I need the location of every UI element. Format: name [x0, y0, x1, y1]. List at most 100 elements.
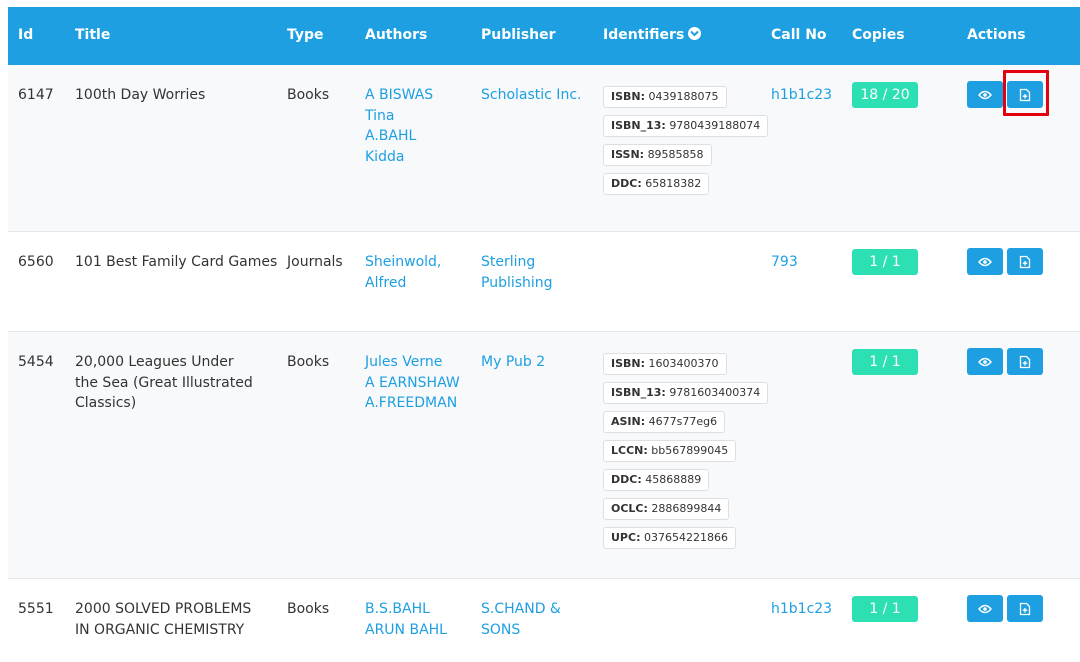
file-plus-icon [1019, 355, 1031, 368]
author-link[interactable]: Sheinwold, [365, 252, 441, 273]
publisher-link[interactable]: My Pub 2 [481, 352, 545, 373]
identifier-tag: ISBN: 1603400370 [603, 353, 727, 375]
author-link[interactable]: A BISWAS [365, 85, 433, 106]
identifier-value: 9781603400374 [669, 386, 761, 399]
identifier-value: 2886899844 [651, 502, 722, 515]
identifier-tag: OCLC: 2886899844 [603, 498, 730, 520]
author-link[interactable]: A.FREEDMAN [365, 393, 460, 414]
call-no-link[interactable]: 793 [771, 252, 798, 273]
col-identifiers-label: Identifiers [603, 27, 685, 43]
row-id: 6147 [18, 87, 54, 103]
publisher-link[interactable]: Scholastic Inc. [481, 85, 581, 106]
identifier-key: ISBN_13: [611, 119, 666, 132]
eye-icon [978, 90, 992, 99]
table-row: 6560 101 Best Family Card Games Journals… [8, 232, 1080, 332]
highlight-box [1003, 70, 1049, 116]
col-title[interactable]: Title [75, 27, 110, 43]
identifier-tag: ISBN_13: 9780439188074 [603, 115, 769, 137]
identifier-tag: DDC: 65818382 [603, 173, 710, 195]
col-identifiers[interactable]: Identifiers [603, 27, 702, 43]
identifier-value: bb567899045 [651, 444, 729, 457]
row-title: 101 Best Family Card Games [75, 254, 278, 270]
identifier-value: 65818382 [645, 177, 702, 190]
row-authors: A BISWAS Tina A.BAHL Kidda [365, 85, 433, 167]
identifier-tag: UPC: 037654221866 [603, 527, 736, 549]
identifier-tag: ISBN: 0439188075 [603, 86, 727, 108]
row-title: 20,000 Leagues Under the Sea (Great Illu… [75, 354, 253, 411]
view-button[interactable] [967, 595, 1003, 622]
row-authors: B.S.BAHL ARUN BAHL [365, 599, 447, 640]
row-id: 6560 [18, 254, 54, 270]
file-plus-icon [1019, 255, 1031, 268]
identifier-tag: ISSN: 89585858 [603, 144, 712, 166]
books-table: Id Title Type Authors Publisher Identifi… [8, 7, 1080, 658]
col-id[interactable]: Id [18, 27, 33, 43]
copies-badge: 18 / 20 [852, 82, 918, 108]
identifier-key: OCLC: [611, 502, 648, 515]
identifier-value: 45868889 [645, 473, 702, 486]
identifier-value: 1603400370 [648, 357, 719, 370]
call-no-link[interactable]: h1b1c23 [771, 85, 832, 106]
identifier-tag: DDC: 45868889 [603, 469, 710, 491]
eye-icon [978, 357, 992, 366]
identifier-tag: ASIN: 4677s77eg6 [603, 411, 726, 433]
col-call-no[interactable]: Call No [771, 27, 827, 43]
identifier-value: 89585858 [647, 148, 704, 161]
file-plus-icon [1019, 602, 1031, 615]
export-button[interactable] [1007, 248, 1043, 275]
row-id: 5454 [18, 354, 54, 370]
identifier-key: DDC: [611, 177, 642, 190]
copies-badge: 1 / 1 [852, 249, 918, 275]
author-link[interactable]: B.S.BAHL [365, 599, 447, 620]
author-link[interactable]: Alfred [365, 273, 441, 294]
row-title: 2000 SOLVED PROBLEMS IN ORGANIC CHEMISTR… [75, 601, 252, 638]
col-actions: Actions [967, 27, 1026, 43]
identifier-key: DDC: [611, 473, 642, 486]
identifier-key: UPC: [611, 531, 641, 544]
export-button[interactable] [1007, 595, 1043, 622]
identifier-value: 037654221866 [643, 531, 728, 544]
identifier-key: ISBN: [611, 90, 646, 103]
author-link[interactable]: A.BAHL [365, 126, 433, 147]
eye-icon [978, 604, 992, 613]
col-publisher[interactable]: Publisher [481, 27, 556, 43]
view-button[interactable] [967, 348, 1003, 375]
row-type: Books [287, 601, 330, 617]
table-row: 5551 2000 SOLVED PROBLEMS IN ORGANIC CHE… [8, 579, 1080, 658]
identifier-tag: ISBN_13: 9781603400374 [603, 382, 769, 404]
publisher-link[interactable]: Sterling Publishing [481, 252, 571, 293]
copies-badge: 1 / 1 [852, 596, 918, 622]
identifier-key: LCCN: [611, 444, 648, 457]
table-row: 5454 20,000 Leagues Under the Sea (Great… [8, 332, 1080, 579]
chevron-down-circle-icon[interactable] [688, 27, 702, 40]
view-button[interactable] [967, 248, 1003, 275]
identifier-tag: LCCN: bb567899045 [603, 440, 737, 462]
call-no-link[interactable]: h1b1c23 [771, 599, 832, 620]
author-link[interactable]: Jules Verne [365, 352, 460, 373]
row-authors: Sheinwold, Alfred [365, 252, 441, 293]
eye-icon [978, 257, 992, 266]
row-title: 100th Day Worries [75, 87, 206, 103]
author-link[interactable]: A EARNSHAW [365, 373, 460, 394]
copies-badge: 1 / 1 [852, 349, 918, 375]
row-type: Books [287, 87, 330, 103]
author-link[interactable]: Tina [365, 106, 433, 127]
identifier-value: 0439188075 [648, 90, 719, 103]
view-button[interactable] [967, 81, 1003, 108]
identifier-key: ISBN_13: [611, 386, 666, 399]
identifier-key: ISSN: [611, 148, 645, 161]
table-header: Id Title Type Authors Publisher Identifi… [8, 7, 1080, 65]
identifier-list: ISBN: 0439188075 ISBN_13: 9780439188074 … [603, 85, 769, 201]
row-authors: Jules Verne A EARNSHAW A.FREEDMAN [365, 352, 460, 414]
identifier-key: ISBN: [611, 357, 646, 370]
row-type: Books [287, 354, 330, 370]
author-link[interactable]: ARUN BAHL [365, 620, 447, 641]
identifier-value: 4677s77eg6 [648, 415, 718, 428]
col-copies[interactable]: Copies [852, 27, 905, 43]
col-authors[interactable]: Authors [365, 27, 427, 43]
export-button[interactable] [1007, 348, 1043, 375]
col-type[interactable]: Type [287, 27, 324, 43]
row-type: Journals [287, 254, 343, 270]
publisher-link[interactable]: S.CHAND & SONS [481, 599, 566, 640]
author-link[interactable]: Kidda [365, 147, 433, 168]
